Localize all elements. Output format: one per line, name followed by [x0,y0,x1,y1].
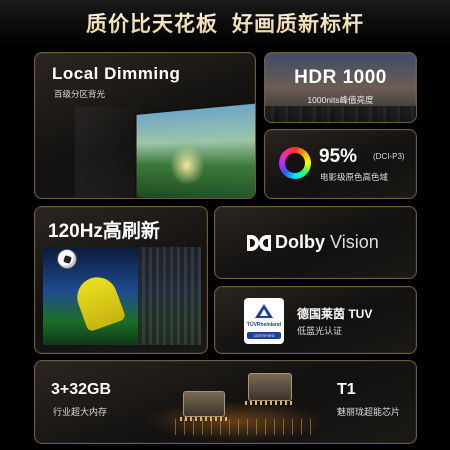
dolby-vision-card: Dolby Vision [214,206,417,279]
soccer-ball-icon [57,249,77,269]
tuv-triangle-icon [255,304,273,318]
dolby-vision-logo: Dolby Vision [275,232,379,253]
tv-illustration [75,99,255,198]
hardware-card: 3+32GB 行业超大内存 T1 魅丽珑超能芯片 [34,360,417,444]
memory-chip-icon [180,391,228,421]
processor-chip-icon [245,373,295,405]
color-wheel-icon [279,147,311,179]
local-dimming-subtitle: 百级分区背光 [54,89,106,99]
color-gamut-standard: (DCI-P3) [373,152,405,161]
tuv-subtitle: 低蓝光认证 [297,326,343,336]
hdr-title: HDR 1000 [294,67,387,88]
tv-screen [135,99,255,198]
headline-left: 质价比天花板 [86,8,218,38]
refresh-rate-card: 120Hz高刷新 [34,206,208,354]
local-dimming-card: Local Dimming 百级分区背光 [34,52,256,199]
color-gamut-card: 95% (DCI-P3) 电影级原色高色域 [264,129,417,199]
hdr-subtitle: 1000nits峰值亮度 [307,95,374,105]
tuv-badge-name: TÜVRheinland [246,322,282,328]
tuv-card: TÜVRheinland CERTIFIED 德国莱茵 TUV 低蓝光认证 [214,286,417,354]
refresh-rate-title: 120Hz高刷新 [48,221,160,242]
tuv-badge-cert: CERTIFIED [247,332,281,339]
chip-title: T1 [337,381,356,398]
memory-subtitle: 行业超大内存 [53,407,108,417]
dolby-brand: Dolby [275,232,326,252]
color-gamut-subtitle: 电影级原色高色域 [320,172,389,182]
city-skyline-image [265,106,416,122]
headline: 质价比天花板 好画质新标杆 [0,0,450,46]
hdr-card: HDR 1000 1000nits峰值亮度 [264,52,417,123]
color-gamut-value: 95% [319,146,358,167]
headline-right: 好画质新标杆 [232,8,364,38]
local-dimming-title: Local Dimming [52,64,181,83]
tuv-title: 德国莱茵 TUV [297,307,373,321]
memory-title: 3+32GB [51,381,112,398]
goalkeeper-figure [71,271,127,333]
dolby-logo-icon [247,235,271,251]
circuit-traces [175,419,315,435]
soccer-stadium-image [43,247,201,345]
dolby-product: Vision [330,232,379,252]
chip-subtitle: 魅丽珑超能芯片 [337,407,401,417]
tuv-certified-badge: TÜVRheinland CERTIFIED [244,298,284,344]
